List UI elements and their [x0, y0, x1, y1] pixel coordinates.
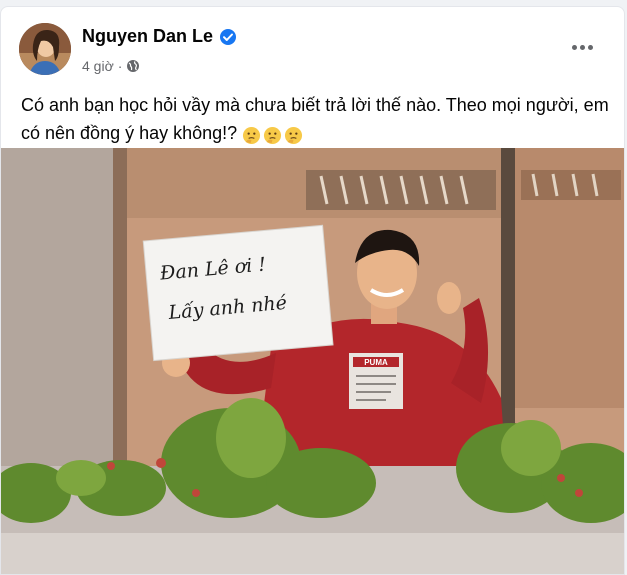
photo-scene: PUMA Đan Lê ơi ! Lấy anh nhé	[1, 148, 624, 574]
post-card: Nguyen Dan Le 4 giờ · Có anh bạn học hỏi…	[0, 6, 625, 575]
author-row: Nguyen Dan Le	[82, 26, 237, 47]
post-meta: 4 giờ ·	[82, 58, 140, 74]
post-photo[interactable]: PUMA Đan Lê ơi ! Lấy anh nhé	[1, 148, 624, 574]
post-text-block: Có anh bạn học hỏi vầy mà chưa biết trả …	[21, 91, 611, 147]
post-time[interactable]: 4 giờ	[82, 58, 114, 74]
more-dot	[571, 44, 577, 50]
post-text: Có anh bạn học hỏi vầy mà chưa biết trả …	[21, 95, 609, 143]
thinking-face-emoji	[284, 125, 303, 144]
globe-icon[interactable]	[126, 59, 140, 73]
more-dot	[579, 44, 585, 50]
verified-badge-icon	[219, 28, 237, 46]
thinking-face-emoji	[242, 125, 261, 144]
author-avatar[interactable]	[19, 23, 71, 75]
shirt-logo: PUMA	[364, 358, 388, 367]
author-name[interactable]: Nguyen Dan Le	[82, 26, 213, 47]
more-options-button[interactable]	[568, 37, 596, 57]
emoji-group	[242, 125, 303, 144]
more-dot	[587, 44, 593, 50]
meta-separator: ·	[117, 58, 123, 74]
thinking-face-emoji	[263, 125, 282, 144]
